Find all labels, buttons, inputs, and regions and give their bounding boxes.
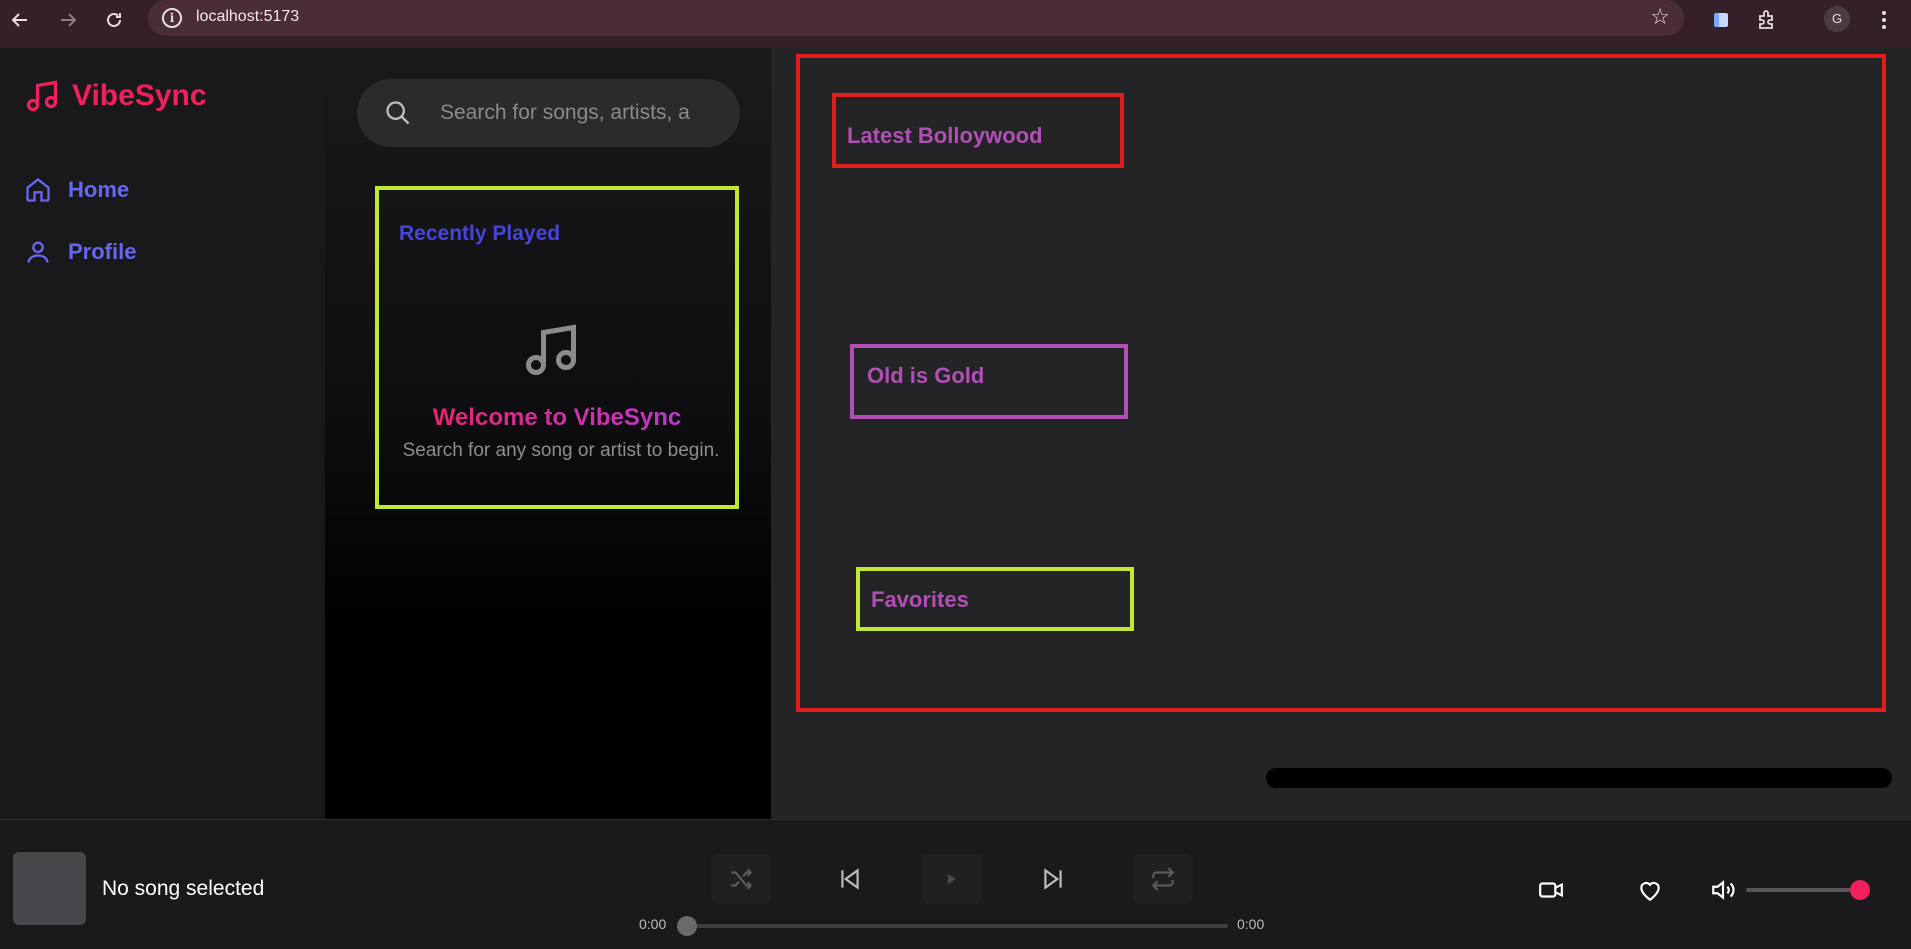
shuffle-icon	[731, 868, 753, 890]
user-icon	[27, 241, 49, 263]
site-info-icon[interactable]: i	[162, 8, 182, 28]
welcome-subtitle: Search for any song or artist to begin.	[402, 440, 720, 461]
section-latest-bollywood[interactable]: Latest Bolloywood	[832, 93, 1124, 168]
shuffle-button[interactable]	[711, 854, 771, 904]
progress-knob[interactable]	[677, 916, 697, 936]
address-bar[interactable]: i localhost:5173 ☆	[148, 0, 1684, 36]
volume-icon	[1712, 880, 1735, 900]
extensions-puzzle-icon[interactable]	[1753, 6, 1781, 34]
music-note-icon	[526, 324, 576, 375]
repeat-icon	[1151, 867, 1175, 891]
volume-knob[interactable]	[1850, 880, 1870, 900]
favorite-button[interactable]	[1634, 874, 1666, 906]
volume-button[interactable]	[1707, 874, 1739, 906]
section-favorites[interactable]: Favorites	[856, 567, 1134, 631]
player-bar: No song selected 0:00 0:00	[0, 819, 1911, 949]
url-text[interactable]: localhost:5173	[196, 8, 299, 26]
volume-slider[interactable]	[1746, 888, 1860, 892]
section-old-is-gold[interactable]: Old is Gold	[850, 344, 1128, 419]
recently-played-title: Recently Played	[399, 222, 561, 245]
app-name: VibeSync	[72, 79, 207, 112]
play-button[interactable]	[922, 854, 982, 904]
reload-icon[interactable]	[100, 6, 128, 34]
play-icon	[948, 874, 956, 884]
next-button[interactable]	[1023, 854, 1083, 904]
skip-forward-icon	[1044, 868, 1062, 890]
heart-icon	[1640, 881, 1660, 902]
album-art	[13, 852, 86, 925]
forward-icon[interactable]	[54, 6, 82, 34]
video-button[interactable]	[1535, 874, 1567, 906]
video-camera-icon	[1539, 882, 1563, 898]
total-duration: 0:00	[1237, 916, 1265, 932]
now-playing-title: No song selected	[102, 877, 265, 900]
horizontal-scrollbar[interactable]	[1266, 768, 1892, 788]
extension-icon[interactable]	[1707, 6, 1735, 34]
repeat-button[interactable]	[1133, 854, 1193, 904]
nav-profile-label: Profile	[68, 239, 137, 264]
search-bar[interactable]: Search for songs, artists, a	[357, 79, 740, 147]
elapsed-time: 0:00	[639, 916, 667, 932]
back-icon[interactable]	[6, 6, 34, 34]
nav-profile[interactable]: Profile	[24, 238, 136, 266]
recently-played-panel: Recently Played Welcome to VibeSync Sear…	[375, 186, 739, 509]
music-note-icon	[26, 80, 58, 112]
welcome-title: Welcome to VibeSync	[379, 404, 735, 432]
browser-toolbar: i localhost:5173 ☆ G	[0, 0, 1911, 48]
search-icon	[386, 101, 410, 125]
home-icon	[26, 178, 50, 202]
bookmark-star-icon[interactable]: ☆	[1650, 5, 1670, 30]
profile-avatar[interactable]: G	[1824, 6, 1850, 32]
app-logo[interactable]: VibeSync	[24, 78, 207, 114]
nav-home[interactable]: Home	[24, 176, 129, 204]
progress-bar[interactable]	[688, 924, 1228, 928]
browser-menu-icon[interactable]	[1870, 6, 1898, 34]
nav-home-label: Home	[68, 177, 130, 202]
search-input[interactable]: Search for songs, artists, a	[440, 101, 725, 125]
sidebar: VibeSync Home Profile	[0, 48, 325, 819]
previous-button[interactable]	[820, 854, 880, 904]
skip-back-icon	[841, 868, 859, 890]
